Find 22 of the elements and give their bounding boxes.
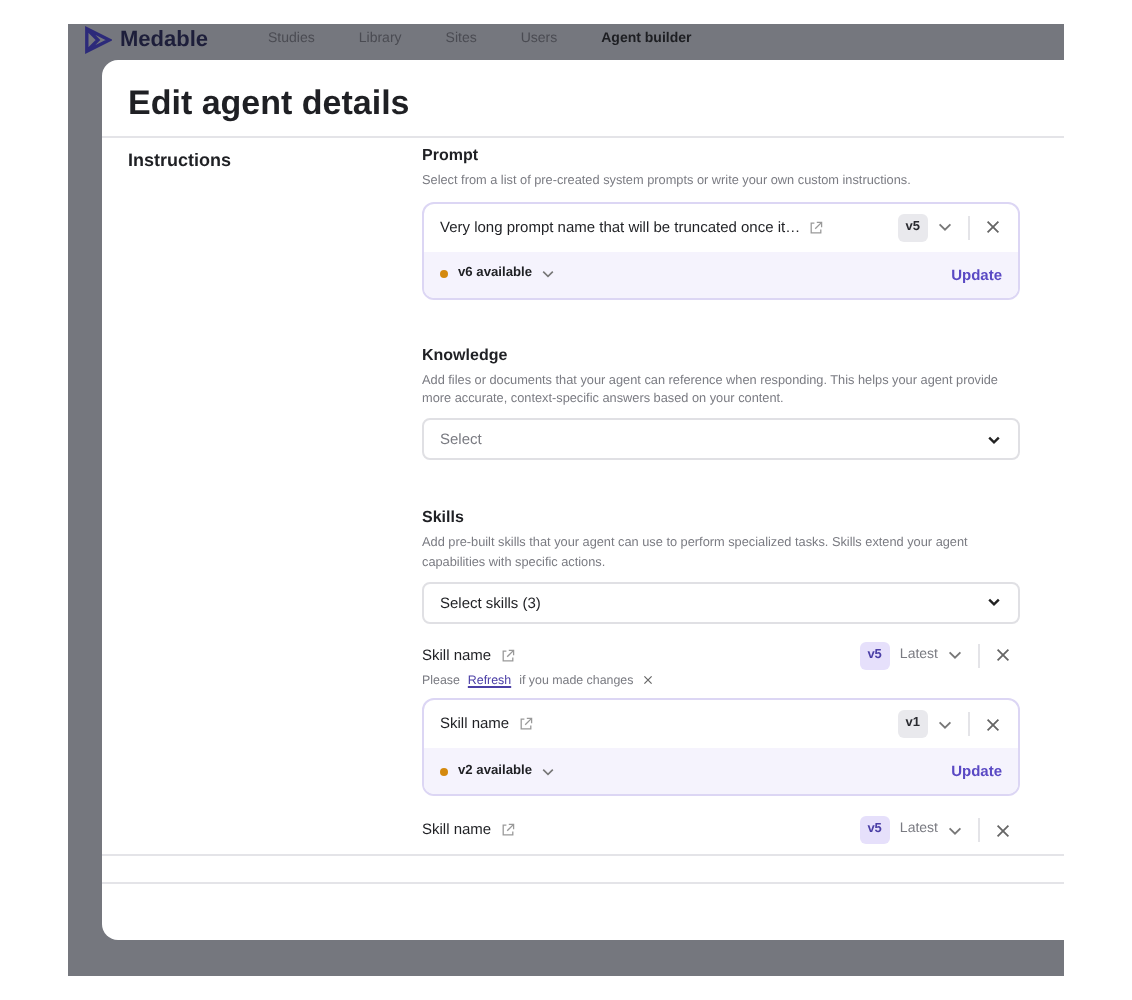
chevron-down-icon [986,594,1002,611]
close-icon [994,646,1012,665]
close-icon [984,715,1002,734]
external-link-icon [808,219,825,236]
logo-icon [84,26,112,54]
chevron-down-icon [540,763,557,780]
chevron-down-icon [540,266,557,283]
close-icon [984,218,1002,237]
field-label: Skills [422,506,466,531]
external-link-icon [499,822,516,839]
dialog-title: Edit agent details [102,60,1064,139]
field-label: Knowledge [422,343,510,368]
section-label: Instructions [128,148,234,175]
status-dot [440,767,448,776]
field-label: Prompt [422,144,480,169]
chevron-down-icon [986,431,1002,448]
status-dot [440,270,448,279]
external-link-icon [517,716,534,733]
external-link-icon [499,647,516,664]
brand-name: Medable [120,25,209,56]
close-icon [641,674,654,687]
close-icon [994,821,1012,840]
